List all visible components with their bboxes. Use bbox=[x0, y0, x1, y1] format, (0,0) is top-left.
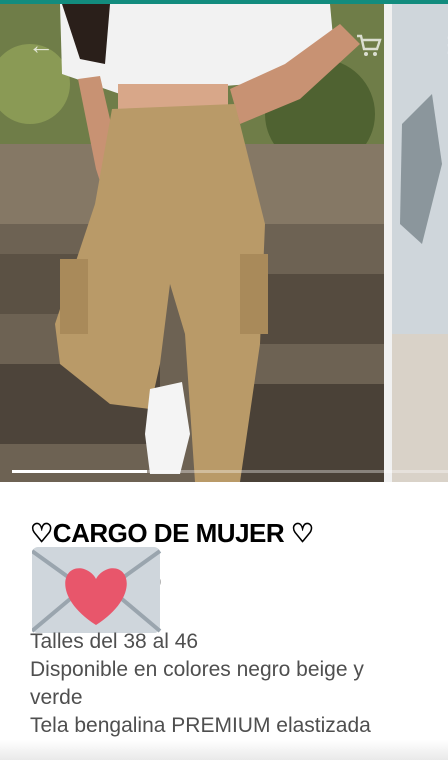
arrow-left-icon[interactable]: ← bbox=[28, 32, 54, 58]
next-product-photo[interactable]: ⋮ bbox=[392, 4, 448, 482]
envelope-heart-emoji bbox=[30, 545, 162, 635]
carousel-progress-fill bbox=[12, 470, 148, 473]
cart-icon[interactable] bbox=[356, 34, 382, 58]
bottom-fade bbox=[0, 740, 448, 760]
description-line: verde bbox=[30, 686, 83, 709]
product-photo[interactable]: ← bbox=[0, 4, 384, 482]
more-vert-icon[interactable]: ⋮ bbox=[438, 32, 448, 58]
description-line: Disponible en colores negro beige y bbox=[30, 658, 364, 681]
description-line: Tela bengalina PREMIUM elastizada bbox=[30, 714, 371, 737]
description-line: Talles del 38 al 46 bbox=[30, 630, 199, 653]
product-image-carousel[interactable]: ← ⋮ bbox=[0, 4, 448, 482]
carousel-progress bbox=[12, 470, 448, 473]
product-description: Talles del 38 al 46 Disponible en colore… bbox=[30, 628, 430, 740]
